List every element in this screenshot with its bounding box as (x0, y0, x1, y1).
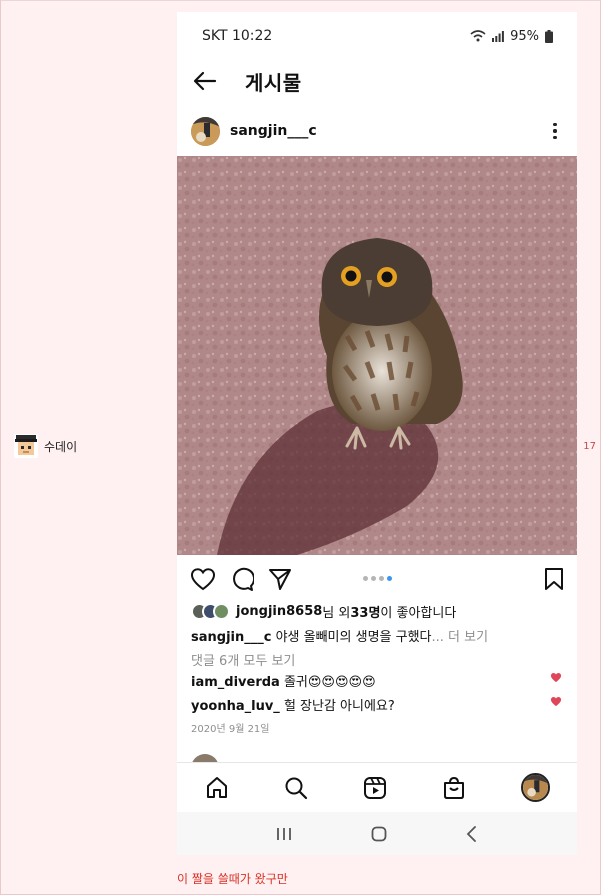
post-actions (177, 564, 577, 594)
battery-icon (545, 29, 553, 43)
likes-count[interactable]: 33명 (350, 602, 380, 621)
comment-row: yoonha_luv_ 헐 장난감 아니에요? (191, 695, 395, 714)
comment-text: 졸귀😍😍😍😍😍 (279, 675, 376, 690)
comment-row: iam_diverda 졸귀😍😍😍😍😍 (191, 671, 376, 690)
comment-text: 헐 장난감 아니에요? (279, 699, 395, 714)
post-comment-text: 이 짤을 쓸때가 왔구만 (177, 872, 288, 886)
post-header: sangjin___c (177, 112, 577, 150)
bookmark-icon[interactable] (544, 568, 564, 590)
likes-line: jongjin8658 님 외 33명 이 좋아합니다 (191, 602, 456, 621)
caption-text: 야생 올빼미의 생명을 구했다 (271, 630, 432, 645)
liker-username[interactable]: jongjin8658 (236, 604, 322, 619)
battery-percent: 95% (510, 28, 539, 44)
reply-count: 17 (583, 441, 596, 452)
signal-icon (492, 30, 504, 42)
comment-heart-icon[interactable] (550, 696, 562, 707)
top-bar: 게시물 (177, 60, 577, 102)
post-author[interactable]: 수데이 (14, 434, 77, 458)
wifi-icon (470, 30, 486, 42)
caption-more-link[interactable]: ... 더 보기 (432, 630, 489, 645)
author-avatar (14, 434, 38, 458)
caption-username[interactable]: sangjin___c (191, 630, 271, 645)
carrier-time: SKT 10:22 (202, 28, 273, 44)
search-icon[interactable] (284, 776, 308, 800)
likes-suffix-2: 이 좋아합니다 (380, 606, 457, 621)
recent-apps-icon[interactable] (276, 827, 292, 841)
comment-username[interactable]: yoonha_luv_ (191, 699, 280, 714)
heart-icon[interactable] (190, 567, 216, 591)
likes-suffix-1: 님 외 (322, 606, 351, 621)
poster-avatar[interactable] (191, 116, 220, 146)
back-button-icon[interactable] (466, 825, 478, 842)
back-arrow-icon[interactable] (193, 71, 217, 91)
status-bar: SKT 10:22 95% (177, 12, 577, 60)
status-icons: 95% (470, 29, 553, 44)
comment-heart-icon[interactable] (550, 672, 562, 683)
post-photo[interactable] (177, 156, 577, 555)
reels-icon[interactable] (363, 776, 387, 800)
carousel-indicator (363, 576, 392, 581)
poster-username[interactable]: sangjin___c (230, 123, 317, 139)
comment-username[interactable]: iam_diverda (191, 675, 280, 690)
phone-screenshot: SKT 10:22 95% 게시물 sangjin___c jongjin865… (177, 12, 577, 855)
post-caption: sangjin___c 야생 올빼미의 생명을 구했다... 더 보기 (191, 626, 488, 645)
profile-avatar[interactable] (520, 773, 550, 802)
bottom-nav (177, 762, 577, 812)
author-name: 수데이 (44, 439, 78, 454)
liker-avatars (191, 603, 230, 620)
share-icon[interactable] (268, 567, 292, 591)
home-icon[interactable] (205, 776, 229, 800)
post-date: 2020년 9월 21일 (191, 724, 270, 735)
more-options-icon[interactable] (547, 122, 563, 140)
view-all-comments[interactable]: 댓글 6개 모두 보기 (191, 650, 295, 669)
comment-icon[interactable] (230, 567, 254, 591)
page-title: 게시물 (245, 70, 302, 95)
home-button-icon[interactable] (371, 826, 387, 842)
shop-icon[interactable] (442, 776, 466, 800)
system-nav-bar (177, 812, 577, 855)
